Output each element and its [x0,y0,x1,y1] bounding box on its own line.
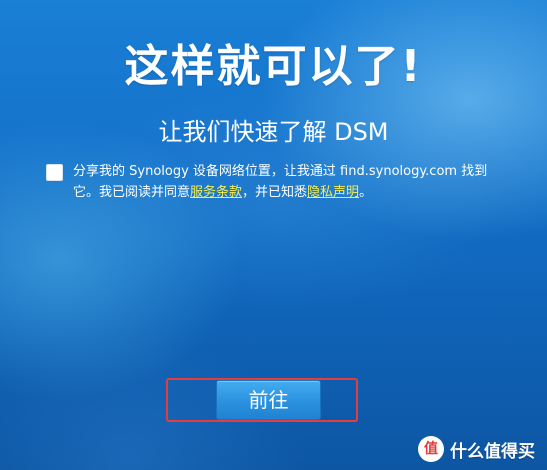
consent-text: 分享我的 Synology 设备网络位置，让我通过 find.synology.… [73,161,503,203]
consent-text-middle: ，并已知悉 [242,185,308,200]
watermark: 值 什么值得买 [418,434,535,464]
watermark-text: 什么值得买 [450,441,535,462]
go-button[interactable]: 前往 [216,380,321,420]
consent-text-after: 。 [359,185,373,200]
terms-of-service-link[interactable]: 服务条款 [190,185,242,200]
privacy-statement-link[interactable]: 隐私声明 [307,185,359,200]
share-location-checkbox[interactable] [46,164,63,181]
page-title: 这样就可以了! [124,41,423,92]
page-subtitle: 让我们快速了解 DSM [158,118,389,146]
watermark-logo-icon: 值 [418,436,444,462]
